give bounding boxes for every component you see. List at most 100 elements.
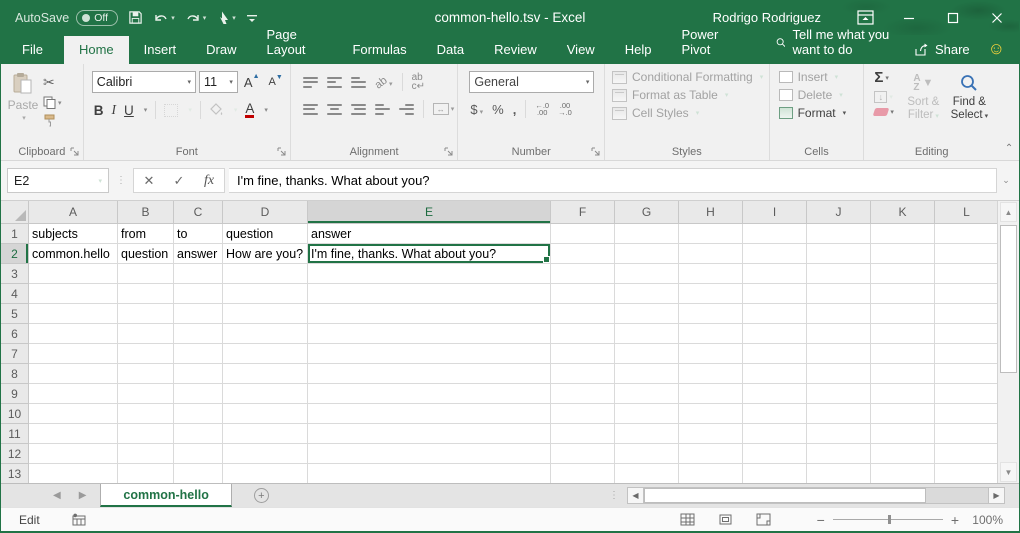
column-header-L[interactable]: L [935,201,999,224]
increase-indent-button[interactable] [399,104,414,115]
font-family-select[interactable]: Calibri▾ [92,71,196,93]
tabbar-splitter[interactable]: ⋮ [609,484,627,507]
cell-G5[interactable] [615,304,679,324]
autosum-dropdown-icon[interactable]: ▾ [885,74,889,82]
vertical-scroll-thumb[interactable] [1000,225,1017,373]
cell-K2[interactable] [871,244,935,264]
cell-E4[interactable] [308,284,551,304]
scroll-down-icon[interactable]: ▼ [1000,462,1017,482]
cancel-entry-button[interactable]: ✕ [134,173,164,189]
cell-E6[interactable] [308,324,551,344]
cell-H4[interactable] [679,284,743,304]
borders-dropdown-icon[interactable]: ▾ [188,106,192,114]
cell-E3[interactable] [308,264,551,284]
horizontal-scroll-thumb[interactable] [644,488,926,503]
cell-C8[interactable] [174,364,223,384]
orientation-button[interactable]: ab▾ [375,73,393,91]
format-cells-button[interactable]: Format▾ [779,106,862,120]
cell-L13[interactable] [935,464,999,483]
cell-I1[interactable] [743,224,807,244]
cell-A12[interactable] [29,444,118,464]
cell-G3[interactable] [615,264,679,284]
cell-C2[interactable]: answer [174,244,223,264]
copy-dropdown-icon[interactable]: ▾ [58,99,62,107]
column-header-H[interactable]: H [679,201,743,224]
number-format-select[interactable]: General▾ [469,71,594,93]
column-header-A[interactable]: A [29,201,118,224]
cell-A8[interactable] [29,364,118,384]
cell-I8[interactable] [743,364,807,384]
font-dialog-launcher[interactable] [277,147,287,157]
cell-B7[interactable] [118,344,174,364]
name-box-dropdown-icon[interactable]: ▾ [98,177,102,185]
currency-button[interactable]: $▾ [470,102,483,117]
cell-C3[interactable] [174,264,223,284]
prev-sheet-icon[interactable]: ◀ [53,490,61,501]
cell-C10[interactable] [174,404,223,424]
cell-K8[interactable] [871,364,935,384]
cell-F1[interactable] [551,224,615,244]
cell-E8[interactable] [308,364,551,384]
row-header-1[interactable]: 1 [1,224,29,244]
zoom-out-button[interactable]: − [809,512,833,528]
font-size-select[interactable]: 11▾ [199,71,238,93]
cell-K6[interactable] [871,324,935,344]
undo-dropdown-icon[interactable]: ▾ [171,14,175,22]
cell-I2[interactable] [743,244,807,264]
cell-I12[interactable] [743,444,807,464]
insert-dropdown-icon[interactable]: ▾ [835,73,839,81]
cell-D4[interactable] [223,284,308,304]
cell-C1[interactable]: to [174,224,223,244]
cell-G10[interactable] [615,404,679,424]
cell-E1[interactable]: answer [308,224,551,244]
cell-J4[interactable] [807,284,871,304]
cell-H9[interactable] [679,384,743,404]
column-header-C[interactable]: C [174,201,223,224]
row-header-9[interactable]: 9 [1,384,29,404]
sort-filter-button[interactable]: AZ▼ Sort &Filter▾ [900,69,946,142]
cell-B2[interactable]: question [118,244,174,264]
cell-C4[interactable] [174,284,223,304]
cell-K5[interactable] [871,304,935,324]
merge-center-button[interactable]: ↔▾ [433,103,455,115]
cell-B6[interactable] [118,324,174,344]
cell-A9[interactable] [29,384,118,404]
cell-F6[interactable] [551,324,615,344]
cell-A11[interactable] [29,424,118,444]
conditional-formatting-button[interactable]: Conditional Formatting▾ [612,70,767,84]
cell-L6[interactable] [935,324,999,344]
cell-L9[interactable] [935,384,999,404]
new-sheet-button[interactable]: + [254,484,269,507]
font-color-button[interactable]: A [245,102,254,118]
cell-G11[interactable] [615,424,679,444]
cell-A5[interactable] [29,304,118,324]
cell-E5[interactable] [308,304,551,324]
column-header-J[interactable]: J [807,201,871,224]
comma-button[interactable]: , [513,102,517,117]
cell-J11[interactable] [807,424,871,444]
column-header-B[interactable]: B [118,201,174,224]
cell-A6[interactable] [29,324,118,344]
cell-E12[interactable] [308,444,551,464]
cell-F8[interactable] [551,364,615,384]
cell-J2[interactable] [807,244,871,264]
format-painter-button[interactable] [43,114,62,127]
tab-data[interactable]: Data [422,36,479,64]
cell-D3[interactable] [223,264,308,284]
cell-J7[interactable] [807,344,871,364]
share-button[interactable]: Share [914,42,970,64]
underline-dropdown-icon[interactable]: ▾ [144,106,148,114]
autosum-button[interactable]: Σ▾ [874,69,900,86]
cell-D7[interactable] [223,344,308,364]
cell-B5[interactable] [118,304,174,324]
page-layout-view-button[interactable] [707,513,745,526]
row-header-5[interactable]: 5 [1,304,29,324]
borders-button[interactable] [164,104,178,117]
cell-styles-dropdown-icon[interactable]: ▾ [696,109,700,117]
cell-L4[interactable] [935,284,999,304]
cell-L12[interactable] [935,444,999,464]
cell-E13[interactable] [308,464,551,483]
cell-L8[interactable] [935,364,999,384]
cell-I9[interactable] [743,384,807,404]
increase-decimal-button[interactable]: ←.0.00 [535,102,549,116]
